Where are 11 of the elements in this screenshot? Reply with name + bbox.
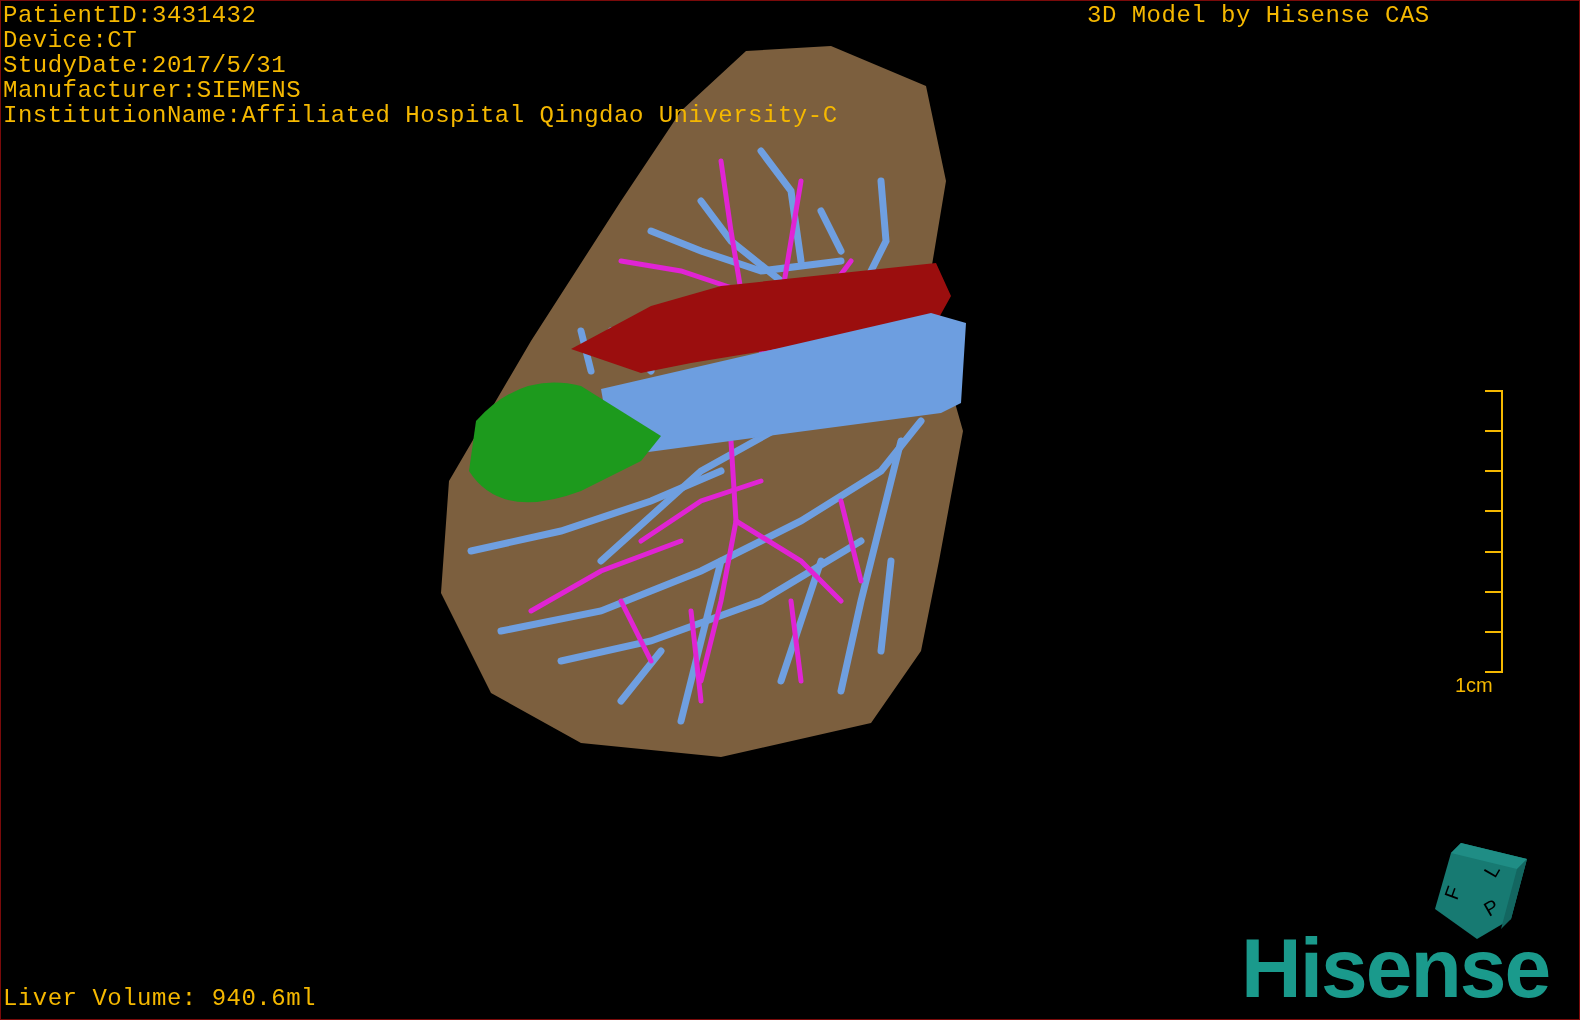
study-info-text: Manufacturer:SIEMENS [3, 78, 303, 103]
scale-bar-label: 1cm [1455, 673, 1493, 697]
study-info-text: PatientID:3431432 [3, 3, 258, 28]
cube-face-label: F [1440, 883, 1465, 903]
model-credit-text: 3D Model by Hisense CAS [1087, 3, 1430, 28]
study-info-text: Device:CT [3, 28, 139, 53]
cube-face-label: L [1479, 860, 1505, 881]
cube-face-label: P [1480, 894, 1503, 921]
study-info-text: StudyDate:2017/5/31 [3, 53, 288, 78]
liver-volume-text: Liver Volume: 940.6ml [3, 986, 316, 1011]
hisense-logo: Hisense [1241, 923, 1550, 1013]
